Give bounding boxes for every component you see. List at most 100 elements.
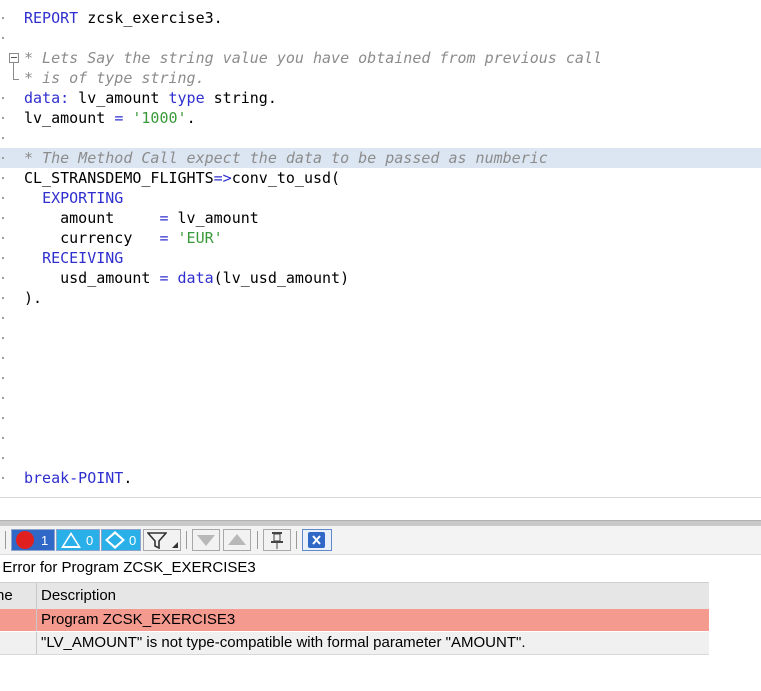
panel-title-text: : Error for Program ZCSK_EXERCISE3 bbox=[0, 559, 256, 576]
code-line[interactable]: break-POINT. bbox=[0, 468, 761, 488]
code-line[interactable] bbox=[0, 308, 761, 328]
gutter[interactable] bbox=[0, 228, 22, 248]
code-line[interactable]: RECEIVING bbox=[0, 248, 761, 268]
gutter[interactable] bbox=[0, 248, 22, 268]
gutter[interactable] bbox=[0, 108, 22, 128]
gutter[interactable] bbox=[0, 468, 22, 488]
gutter[interactable] bbox=[0, 128, 22, 148]
code-line[interactable]: * is of type string. bbox=[0, 68, 761, 88]
text-token: usd_amount bbox=[24, 269, 160, 287]
filter-button[interactable] bbox=[143, 529, 181, 551]
code-text[interactable]: RECEIVING bbox=[24, 248, 123, 268]
code-line[interactable] bbox=[0, 328, 761, 348]
line-marker bbox=[2, 177, 4, 179]
code-text[interactable]: REPORT zcsk_exercise3. bbox=[24, 8, 223, 28]
code-line[interactable] bbox=[0, 368, 761, 388]
gutter[interactable] bbox=[0, 68, 22, 88]
move-down-icon bbox=[197, 535, 215, 546]
code-text[interactable]: * Lets Say the string value you have obt… bbox=[24, 48, 602, 68]
column-divider bbox=[36, 609, 37, 631]
code-text[interactable]: * is of type string. bbox=[24, 68, 205, 88]
table-row-error-program[interactable]: Program ZCSK_EXERCISE3 bbox=[0, 609, 709, 631]
message-panel-title: : Error for Program ZCSK_EXERCISE3 bbox=[0, 555, 761, 581]
code-line[interactable] bbox=[0, 428, 761, 448]
gutter[interactable] bbox=[0, 148, 22, 168]
gutter[interactable] bbox=[0, 368, 22, 388]
toolbar-separator bbox=[5, 531, 6, 549]
move-down-button[interactable] bbox=[192, 529, 220, 551]
move-up-icon bbox=[228, 534, 246, 545]
code-line[interactable]: amount = lv_amount bbox=[0, 208, 761, 228]
code-line[interactable]: lv_amount = '1000'. bbox=[0, 108, 761, 128]
comment-token: * is of type string. bbox=[24, 69, 205, 87]
info-filter-button[interactable]: 0 bbox=[101, 529, 141, 551]
code-line[interactable]: currency = 'EUR' bbox=[0, 228, 761, 248]
move-up-button[interactable] bbox=[223, 529, 251, 551]
code-line[interactable]: data: lv_amount type string. bbox=[0, 88, 761, 108]
errors-filter-button[interactable]: 1 bbox=[11, 529, 55, 551]
gutter[interactable] bbox=[0, 408, 22, 428]
error-icon bbox=[16, 531, 34, 549]
line-marker bbox=[2, 97, 4, 99]
code-line[interactable]: EXPORTING bbox=[0, 188, 761, 208]
gutter[interactable] bbox=[0, 328, 22, 348]
text-token: ). bbox=[24, 289, 43, 307]
code-text[interactable]: usd_amount = data(lv_usd_amount) bbox=[24, 268, 349, 288]
code-line[interactable]: ). bbox=[0, 288, 761, 308]
filter-icon bbox=[147, 532, 167, 549]
code-line[interactable]: usd_amount = data(lv_usd_amount) bbox=[0, 268, 761, 288]
code-text[interactable]: data: lv_amount type string. bbox=[24, 88, 277, 108]
editor-spacer bbox=[0, 498, 761, 520]
text-token: conv_to_usd( bbox=[231, 169, 341, 187]
code-line[interactable] bbox=[0, 388, 761, 408]
close-messages-button[interactable] bbox=[302, 529, 332, 551]
gutter[interactable] bbox=[0, 348, 22, 368]
code-line[interactable] bbox=[0, 28, 761, 48]
column-header-name[interactable]: ne bbox=[0, 583, 13, 609]
table-row-error-message[interactable]: "LV_AMOUNT" is not type-compatible with … bbox=[0, 632, 709, 655]
gutter[interactable] bbox=[0, 448, 22, 468]
gutter[interactable] bbox=[0, 208, 22, 228]
column-divider[interactable] bbox=[36, 583, 37, 609]
keyword-token: => bbox=[213, 169, 232, 187]
code-line[interactable]: CL_STRANSDEMO_FLIGHTS=>conv_to_usd( bbox=[0, 168, 761, 188]
code-text[interactable]: amount = lv_amount bbox=[24, 208, 259, 228]
code-text[interactable]: ). bbox=[24, 288, 42, 308]
code-line[interactable]: * The Method Call expect the data to be … bbox=[0, 148, 761, 168]
pin-button[interactable] bbox=[263, 529, 291, 551]
warnings-filter-button[interactable]: 0 bbox=[56, 529, 100, 551]
code-line[interactable] bbox=[0, 448, 761, 468]
gutter[interactable] bbox=[0, 288, 22, 308]
string-token: '1000' bbox=[132, 109, 187, 127]
text-token: . bbox=[123, 469, 133, 487]
dropdown-arrow-icon bbox=[172, 542, 178, 548]
code-text[interactable]: EXPORTING bbox=[24, 188, 123, 208]
gutter[interactable] bbox=[0, 28, 22, 48]
gutter[interactable] bbox=[0, 428, 22, 448]
code-line[interactable]: REPORT zcsk_exercise3. bbox=[0, 8, 761, 28]
code-text[interactable]: currency = 'EUR' bbox=[24, 228, 223, 248]
code-line[interactable] bbox=[0, 128, 761, 148]
code-text[interactable]: break-POINT. bbox=[24, 468, 132, 488]
fold-guide bbox=[13, 79, 19, 80]
code-text[interactable]: * The Method Call expect the data to be … bbox=[24, 148, 548, 168]
code-line[interactable]: * Lets Say the string value you have obt… bbox=[0, 48, 761, 78]
code-text[interactable]: lv_amount = '1000'. bbox=[24, 108, 196, 128]
code-line[interactable] bbox=[0, 408, 761, 428]
gutter[interactable] bbox=[0, 188, 22, 208]
code-line[interactable] bbox=[0, 348, 761, 368]
gutter[interactable] bbox=[0, 388, 22, 408]
gutter[interactable] bbox=[0, 308, 22, 328]
column-header-description[interactable]: Description bbox=[41, 583, 116, 609]
code-editor[interactable]: REPORT zcsk_exercise3. * Lets Say the str… bbox=[0, 0, 761, 497]
gutter[interactable] bbox=[0, 268, 22, 288]
gutter[interactable] bbox=[0, 168, 22, 188]
gutter[interactable] bbox=[0, 48, 22, 78]
gutter[interactable] bbox=[0, 8, 22, 28]
fold-collapse-icon[interactable] bbox=[9, 53, 19, 63]
code-text[interactable]: CL_STRANSDEMO_FLIGHTS=>conv_to_usd( bbox=[24, 168, 340, 188]
text-token: amount bbox=[24, 209, 160, 227]
gutter[interactable] bbox=[0, 88, 22, 108]
